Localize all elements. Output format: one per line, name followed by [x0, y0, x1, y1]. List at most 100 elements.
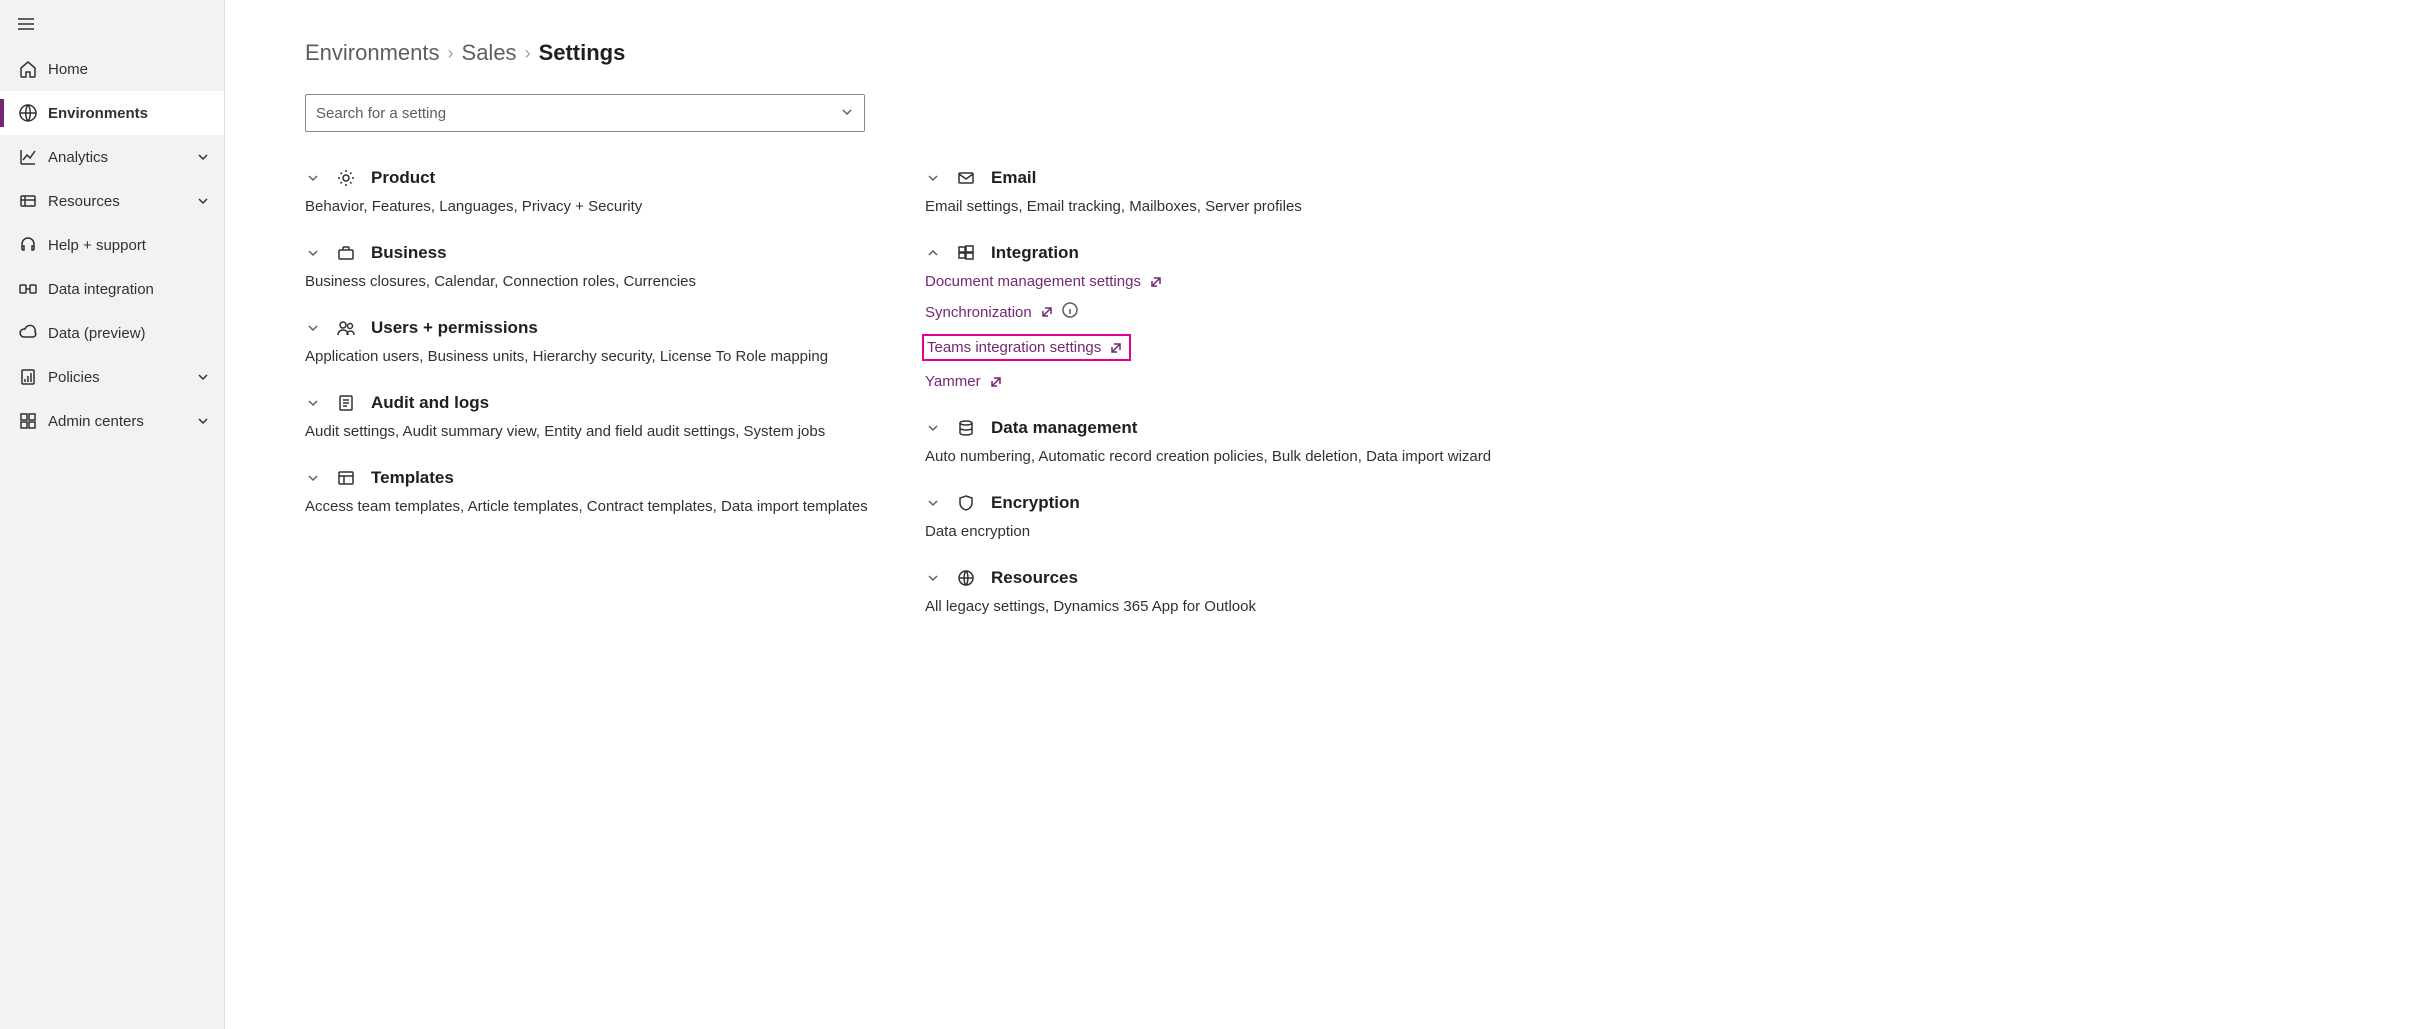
sidebar-item-label: Admin centers — [48, 413, 196, 430]
category-title: Email — [991, 168, 1036, 188]
sidebar-item-label: Analytics — [48, 149, 196, 166]
templates-icon — [337, 469, 355, 487]
link-label: Synchronization — [925, 304, 1032, 321]
category-integration: Integration Document management settings… — [925, 243, 2363, 390]
globe-icon — [957, 569, 975, 587]
windows-icon — [957, 244, 975, 262]
sidebar-item-label: Data integration — [48, 281, 210, 298]
settings-column-left: Product Behavior, Features, Languages, P… — [305, 168, 905, 643]
datamgmt-icon — [957, 419, 975, 437]
category-title: Resources — [991, 568, 1078, 588]
category-data-management: Data management Auto numbering, Automati… — [925, 418, 2363, 465]
sidebar-item-label: Help + support — [48, 237, 210, 254]
home-icon — [18, 59, 38, 79]
category-title: Product — [371, 168, 435, 188]
sidebar-item-environments[interactable]: Environments — [0, 91, 224, 135]
category-header[interactable]: Product — [305, 168, 905, 188]
chevron-down-icon — [305, 470, 321, 486]
headset-icon — [18, 235, 38, 255]
chevron-down-icon — [196, 414, 210, 428]
category-header[interactable]: Business — [305, 243, 905, 263]
category-header[interactable]: Encryption — [925, 493, 2363, 513]
sidebar-item-label: Resources — [48, 193, 196, 210]
category-users-permissions: Users + permissions Application users, B… — [305, 318, 905, 365]
link-synchronization[interactable]: Synchronization — [925, 302, 1078, 322]
category-audit-logs: Audit and logs Audit settings, Audit sum… — [305, 393, 905, 440]
search-combobox[interactable] — [305, 94, 865, 132]
category-header[interactable]: Users + permissions — [305, 318, 905, 338]
category-header[interactable]: Resources — [925, 568, 2363, 588]
settings-column-right: Email Email settings, Email tracking, Ma… — [925, 168, 2363, 643]
sidebar-item-label: Environments — [48, 105, 210, 122]
briefcase-icon — [337, 244, 355, 262]
category-subtext: Data encryption — [925, 523, 2363, 540]
breadcrumb-item-environments[interactable]: Environments — [305, 40, 440, 66]
mail-icon — [957, 169, 975, 187]
category-subtext: Audit settings, Audit summary view, Enti… — [305, 423, 905, 440]
category-subtext: Business closures, Calendar, Connection … — [305, 273, 905, 290]
cloud-icon — [18, 323, 38, 343]
open-external-icon — [1149, 275, 1163, 289]
category-title: Audit and logs — [371, 393, 489, 413]
breadcrumb-item-sales[interactable]: Sales — [462, 40, 517, 66]
sidebar-item-home[interactable]: Home — [0, 47, 224, 91]
chevron-down-icon — [305, 245, 321, 261]
category-header[interactable]: Templates — [305, 468, 905, 488]
gear-icon — [337, 169, 355, 187]
link-document-management-settings[interactable]: Document management settings — [925, 273, 1163, 290]
category-header[interactable]: Data management — [925, 418, 2363, 438]
category-title: Encryption — [991, 493, 1080, 513]
category-title: Business — [371, 243, 447, 263]
sidebar: Home Environments Analytics Resources He… — [0, 0, 225, 1029]
search-input[interactable] — [316, 105, 840, 122]
category-subtext: Behavior, Features, Languages, Privacy +… — [305, 198, 905, 215]
category-header[interactable]: Integration — [925, 243, 2363, 263]
info-icon[interactable] — [1062, 302, 1078, 322]
shield-icon — [957, 494, 975, 512]
category-subtext: All legacy settings, Dynamics 365 App fo… — [925, 598, 2363, 615]
sidebar-item-label: Policies — [48, 369, 196, 386]
chevron-down-icon — [196, 194, 210, 208]
sidebar-item-analytics[interactable]: Analytics — [0, 135, 224, 179]
category-product: Product Behavior, Features, Languages, P… — [305, 168, 905, 215]
category-subtext: Application users, Business units, Hiera… — [305, 348, 905, 365]
resources-icon — [18, 191, 38, 211]
chevron-right-icon: › — [448, 43, 454, 64]
chevron-down-icon — [305, 320, 321, 336]
sidebar-item-policies[interactable]: Policies — [0, 355, 224, 399]
category-business: Business Business closures, Calendar, Co… — [305, 243, 905, 290]
link-yammer[interactable]: Yammer — [925, 373, 1003, 390]
sidebar-item-label: Data (preview) — [48, 325, 210, 342]
chevron-down-icon — [196, 150, 210, 164]
data-integration-icon — [18, 279, 38, 299]
hamburger-menu-button[interactable] — [0, 0, 224, 47]
sidebar-item-data-integration[interactable]: Data integration — [0, 267, 224, 311]
category-email: Email Email settings, Email tracking, Ma… — [925, 168, 2363, 215]
link-label: Yammer — [925, 373, 981, 390]
category-subtext: Access team templates, Article templates… — [305, 498, 905, 515]
category-header[interactable]: Email — [925, 168, 2363, 188]
link-label: Teams integration settings — [927, 339, 1101, 356]
chevron-down-icon — [925, 570, 941, 586]
category-title: Data management — [991, 418, 1137, 438]
category-encryption: Encryption Data encryption — [925, 493, 2363, 540]
sidebar-item-resources[interactable]: Resources — [0, 179, 224, 223]
chevron-down-icon — [925, 495, 941, 511]
users-icon — [337, 319, 355, 337]
sidebar-item-admin-centers[interactable]: Admin centers — [0, 399, 224, 443]
category-header[interactable]: Audit and logs — [305, 393, 905, 413]
chevron-right-icon: › — [525, 43, 531, 64]
sidebar-item-label: Home — [48, 61, 210, 78]
breadcrumb: Environments › Sales › Settings — [305, 40, 2363, 66]
link-teams-integration-settings[interactable]: Teams integration settings — [922, 334, 1131, 361]
chevron-down-icon — [925, 170, 941, 186]
hamburger-icon — [16, 14, 36, 34]
chevron-down-icon — [840, 105, 854, 122]
sidebar-item-help-support[interactable]: Help + support — [0, 223, 224, 267]
sidebar-item-data-preview[interactable]: Data (preview) — [0, 311, 224, 355]
chevron-down-icon — [305, 395, 321, 411]
admin-centers-icon — [18, 411, 38, 431]
analytics-icon — [18, 147, 38, 167]
audit-icon — [337, 394, 355, 412]
category-title: Users + permissions — [371, 318, 538, 338]
